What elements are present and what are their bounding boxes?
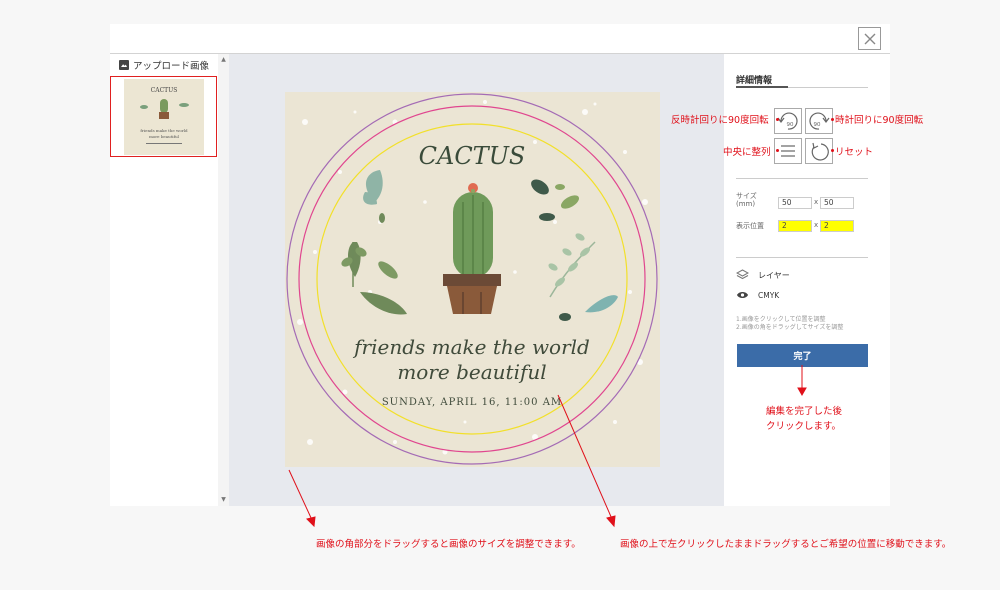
divider xyxy=(736,257,868,258)
position-x-input[interactable]: 2 xyxy=(778,220,812,232)
thumbnail-line-2: more beautiful xyxy=(149,134,180,139)
annotation-dot xyxy=(831,149,834,152)
rotate-cw-icon: 90 xyxy=(809,112,830,130)
rotate-cw-button[interactable]: 90 xyxy=(805,108,833,134)
image-editor-modal: アップロード画像 CACTUS friends make the world m… xyxy=(110,24,890,506)
divider xyxy=(736,178,868,179)
upload-panel-scrollbar[interactable]: ▲ ▼ xyxy=(218,54,229,506)
done-button[interactable]: 完了 xyxy=(737,344,868,367)
size-width-input[interactable]: 50 xyxy=(778,197,812,209)
position-y-input[interactable]: 2 xyxy=(820,220,854,232)
svg-text:90: 90 xyxy=(787,122,794,128)
eye-icon xyxy=(737,292,748,298)
annotation-dot xyxy=(831,118,834,121)
annotation-dot xyxy=(776,118,779,121)
scroll-down-icon[interactable]: ▼ xyxy=(220,497,227,503)
close-button[interactable] xyxy=(858,27,881,50)
design-title: CACTUS xyxy=(419,142,526,170)
position-x-separator: x xyxy=(814,221,819,229)
annotation-move-hint: 画像の上で左クリックしたままドラッグするとご希望の位置に移動できます。 xyxy=(620,539,952,550)
rotate-ccw-icon: 90 xyxy=(777,112,798,130)
annotation-rotate-cw: 時計回りに90度回転 xyxy=(835,115,924,126)
layers-icon xyxy=(736,269,749,280)
svg-text:90: 90 xyxy=(814,122,821,128)
design-image[interactable]: CACTUS friends make the world more beaut… xyxy=(285,92,660,467)
layer-row[interactable]: レイヤー xyxy=(736,269,790,281)
uploaded-image-thumbnail[interactable]: CACTUS friends make the world more beaut… xyxy=(110,76,217,157)
editing-canvas: CACTUS friends make the world more beaut… xyxy=(229,54,724,506)
image-icon xyxy=(119,60,129,70)
upload-panel-title: アップロード画像 xyxy=(119,58,209,72)
design-tagline-line-1: friends make the world xyxy=(352,335,590,359)
modal-header xyxy=(110,24,890,54)
tab-details[interactable]: 詳細情報 xyxy=(736,73,772,86)
upload-panel: アップロード画像 CACTUS friends make the world m… xyxy=(110,54,218,506)
scroll-up-icon[interactable]: ▲ xyxy=(220,57,227,63)
annotation-center-align: 中央に整列 xyxy=(723,147,771,158)
annotation-reset: リセット xyxy=(835,147,874,158)
cmyk-row[interactable]: CMYK xyxy=(736,290,779,300)
reset-button[interactable] xyxy=(805,138,833,164)
size-height-input[interactable]: 50 xyxy=(820,197,854,209)
thumbnail-title: CACTUS xyxy=(151,87,178,94)
thumbnail-line-1: friends make the world xyxy=(140,128,188,133)
thumbnail-preview: CACTUS friends make the world more beaut… xyxy=(124,79,204,155)
annotation-dot xyxy=(776,149,779,152)
annotation-resize-hint: 画像の角部分をドラッグすると画像のサイズを調整できます。 xyxy=(316,539,581,550)
help-note-2: 2.画像の角をドラッグしてサイズを調整 xyxy=(736,324,844,331)
annotation-done-note-1: 編集を完了した後 xyxy=(766,406,843,417)
annotation-rotate-ccw: 反時計回りに90度回転 xyxy=(671,115,769,126)
close-icon xyxy=(864,33,875,44)
reset-icon xyxy=(811,142,829,161)
annotation-done-note-2: クリックします。 xyxy=(766,421,842,432)
design-date-line: SUNDAY, APRIL 16, 11:00 AM xyxy=(382,397,562,408)
rotate-ccw-button[interactable]: 90 xyxy=(774,108,802,134)
position-label: 表示位置 xyxy=(736,222,764,230)
size-label: サイズ (mm) xyxy=(736,192,757,208)
size-x-separator: x xyxy=(814,198,819,206)
design-tagline-line-2: more beautiful xyxy=(397,360,546,384)
tab-underline xyxy=(736,86,868,88)
